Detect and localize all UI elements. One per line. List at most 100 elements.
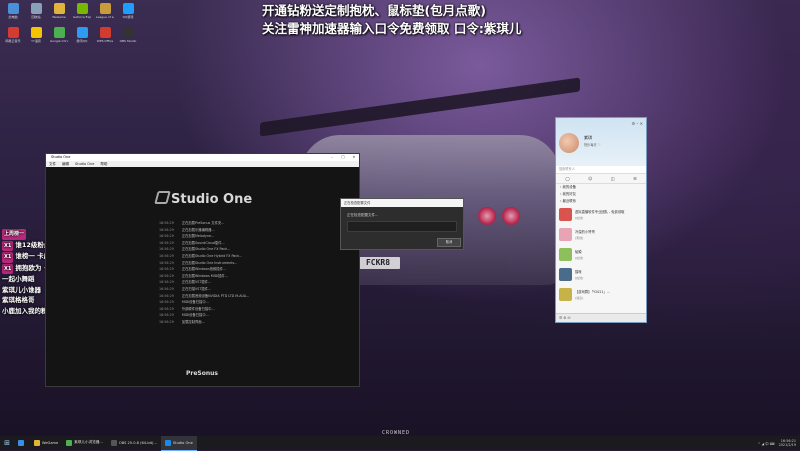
banner-line-2: 关注雷神加速器输入口令免费领取 口令:紫琪儿 [262, 21, 522, 36]
desktop-icon[interactable]: QQ游戏 [119, 3, 137, 19]
presonus-logo: PreSonus [186, 370, 218, 377]
desktop-icon[interactable]: OBS Studio [119, 27, 137, 43]
taskbar-item[interactable]: Studio One [160, 435, 197, 451]
app-icon [76, 27, 88, 38]
dialog-title: 正在检查配置文件 [341, 199, 463, 207]
desktop-icon[interactable]: WeGame [50, 3, 68, 19]
log-message: 正在加载Studio One FX Pack... [181, 247, 231, 252]
qq-group-label: 最近联系 [562, 199, 576, 203]
log-row: 16:56:29 正在加载乐器编辑器... [159, 227, 349, 234]
desktop-icon[interactable]: WPS Office [96, 27, 114, 43]
log-message: 正在加载PreSonus 文件夹... [181, 221, 225, 225]
clock[interactable]: 16:56:21 2021/2/19 [779, 439, 796, 448]
desktop-icon[interactable]: Google Chrome [50, 27, 68, 43]
contacts-tab-icon[interactable]: ☺ [588, 176, 592, 181]
desktop-icon-label: 回收站 [31, 15, 41, 19]
minimize-icon[interactable]: – [327, 154, 337, 161]
desktop-icon-label: Geforce Experience [73, 15, 91, 19]
qq-group-item[interactable]: › 最近联系 [556, 198, 646, 205]
contact-name: 蛤蟆 [575, 250, 582, 254]
log-row: 16:56:29 正在扫描VST插件... [159, 286, 349, 293]
qq-contact[interactable]: 【游戏群】「Y2021」... [消息] [556, 285, 646, 305]
menu-item[interactable]: Studio One [75, 162, 94, 166]
app-icon [110, 439, 117, 446]
app-icon [7, 27, 19, 38]
taskbar-item[interactable]: OBS 25.0.8 (64-bit)... [107, 436, 161, 450]
clock-date: 2021/2/19 [778, 443, 796, 447]
log-message: 正在扫描VST插件... [181, 286, 212, 291]
qq-search-input[interactable]: 搜索联系人 [556, 166, 646, 174]
chat-badge: X1 [2, 240, 14, 251]
desktop-icon-label: 此电脑 [8, 15, 18, 19]
qq-contacts: 虚拟直播软件专业团队 - 免费领取 [在线] 冷漠的小哥哥 [离线] 蛤蟆 [在线] 猫咪 [… [556, 205, 646, 305]
taskbar-item[interactable] [14, 436, 30, 450]
contact-avatar [559, 248, 572, 261]
desktop-icon[interactable]: 网易云音乐 [4, 27, 22, 43]
car-wing [260, 77, 580, 137]
qq-group-item[interactable]: › 我的设备 [556, 184, 646, 191]
log-time: 16:56:29 [159, 286, 174, 291]
menu-item[interactable]: 帮助 [100, 162, 107, 166]
qq-panel: ⚙ – ✕ 紫琪 快乐每天 ♡ 搜索联系人 ◯ ☺ ◫ ☰ › 我的设备 › 我的… [555, 117, 647, 323]
studio-one-titlebar[interactable]: Studio One – □ ✕ [46, 154, 359, 161]
studio-one-logo-text: Studio One [171, 192, 253, 207]
studio-one-logo-icon [154, 191, 171, 204]
desktop-icon[interactable]: YY语音 [27, 27, 45, 43]
taskbar-item[interactable]: WeGame [30, 436, 62, 450]
qq-window-controls[interactable]: ⚙ – ✕ [632, 121, 643, 126]
app-icon [30, 3, 42, 14]
avatar[interactable] [559, 133, 579, 153]
desktop-icon[interactable]: League of Legends [96, 3, 114, 19]
chat-tab-icon[interactable]: ◯ [565, 176, 569, 181]
desktop-icon[interactable]: 腾讯QQ [73, 27, 91, 43]
app-icon [30, 27, 42, 38]
app-icon [164, 439, 171, 446]
car-taillight-left [478, 207, 496, 225]
desktop-icon-label: OBS Studio [119, 39, 137, 43]
studio-one-window[interactable]: Studio One – □ ✕ 文件 编辑 Studio One 帮助 Studio… [45, 153, 360, 387]
qq-contact[interactable]: 虚拟直播软件专业团队 - 免费领取 [在线] [556, 205, 646, 225]
taskbar-item[interactable]: 紫琪儿小浏览器... [62, 436, 107, 450]
contact-status: [在线] [575, 216, 584, 220]
log-message: 外部硬件设备扫描中... [181, 306, 215, 311]
qq-contact[interactable]: 猫咪 [在线] [556, 265, 646, 285]
qq-contact[interactable]: 冷漠的小哥哥 [离线] [556, 225, 646, 245]
log-message: 正在加载SoundCloud插件... [181, 240, 225, 245]
maximize-icon[interactable]: □ [338, 154, 348, 161]
apps-tab-icon[interactable]: ☰ [633, 176, 637, 181]
desktop-icon[interactable]: 回收站 [27, 3, 45, 19]
log-time: 16:56:29 [159, 247, 174, 252]
log-time: 16:56:29 [159, 221, 174, 225]
desktop-icon[interactable]: 此电脑 [4, 3, 22, 19]
log-row: 16:56:29 正在加载Melodyne... [159, 233, 349, 240]
groups-tab-icon[interactable]: ◫ [611, 176, 615, 181]
tray-icons[interactable]: ^ ◢ 中 ⌨ [758, 441, 775, 446]
close-icon[interactable]: ✕ [349, 154, 359, 161]
qq-signature[interactable]: 快乐每天 ♡ [584, 142, 601, 147]
desktop-icon-label: WeGame [52, 15, 66, 19]
qq-group-item[interactable]: › 我的好友 [556, 191, 646, 198]
log-time: 16:56:29 [159, 260, 174, 265]
start-icon[interactable]: ⊞ [0, 439, 14, 447]
contact-avatar [559, 268, 572, 281]
config-dialog: 正在检查配置文件 正在检查配置文件... 取消 [340, 198, 464, 250]
qq-contact[interactable]: 蛤蟆 [在线] [556, 245, 646, 265]
qq-footer[interactable]: ☰ ⚙ ✉ [556, 313, 646, 322]
menu-item[interactable]: 编辑 [62, 162, 69, 166]
menu-item[interactable]: 文件 [49, 162, 56, 166]
qq-group-label: 我的好友 [562, 192, 576, 196]
log-message: 正在加载Melodyne... [181, 234, 215, 239]
desktop-icon-label: QQ游戏 [122, 15, 134, 19]
taskbar-item-label: Studio One [172, 440, 193, 445]
log-row: 16:56:29 外部硬件设备扫描中... [159, 306, 349, 313]
log-message: 加载控制界面... [181, 319, 205, 324]
log-time: 16:56:29 [159, 234, 174, 239]
system-tray[interactable]: ^ ◢ 中 ⌨ 16:56:21 2021/2/19 [758, 436, 796, 450]
log-time: 16:56:29 [159, 306, 174, 311]
chat-badge: 上周榜一 [2, 229, 27, 240]
taskbar: ⊞ WeGame 紫琪儿小浏览器... OBS 25.0.8 (64-bit)...… [0, 435, 800, 451]
app-icon [34, 439, 40, 446]
log-message: 正在加载乐器编辑器... [181, 227, 215, 232]
desktop-icon[interactable]: Geforce Experience [73, 3, 91, 19]
dialog-cancel-button[interactable]: 取消 [437, 238, 461, 247]
